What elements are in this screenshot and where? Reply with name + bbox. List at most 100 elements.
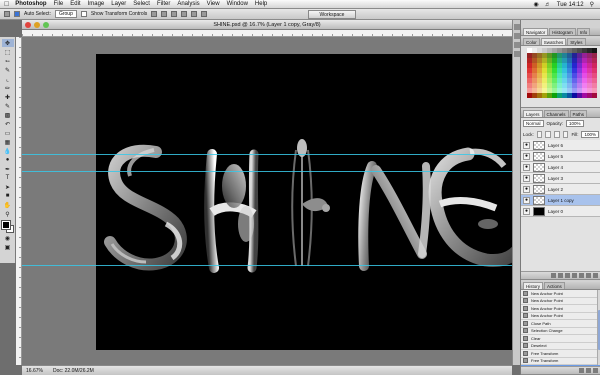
tab-layers[interactable]: Layers [523, 110, 543, 117]
type-tool-icon[interactable]: T [2, 174, 14, 182]
align-left-icon[interactable] [181, 11, 188, 17]
tab-actions[interactable]: Actions [544, 282, 565, 289]
menu-select[interactable]: Select [133, 1, 150, 7]
history-item[interactable]: Deselect [521, 342, 600, 350]
trash-icon[interactable] [593, 273, 598, 278]
gradient-tool-icon[interactable]: ▦ [2, 138, 14, 146]
panel-icon[interactable] [513, 42, 520, 48]
tab-info[interactable]: Info [576, 28, 591, 35]
menu-window[interactable]: Window [227, 1, 248, 7]
layer-row[interactable]: ● Layer 1 copy [521, 195, 600, 206]
history-item[interactable]: Free Transform [521, 357, 600, 365]
history-item[interactable]: New Anchor Point [521, 290, 600, 298]
document-title-bar[interactable]: SHINE.psd @ 16.7% (Layer 1 copy, Gray/8) [22, 20, 512, 30]
align-middle-icon[interactable] [161, 11, 168, 17]
hand-tool-icon[interactable]: ✋ [2, 201, 14, 209]
eyedropper-tool-icon[interactable]: ✏ [2, 84, 14, 92]
link-layers-icon[interactable] [551, 273, 556, 278]
eye-icon[interactable]: ● [523, 174, 530, 182]
panel-icon[interactable] [513, 33, 520, 39]
guide-line[interactable] [22, 171, 512, 172]
workspace-button[interactable]: Workspace [308, 10, 356, 19]
move-tool-preset-icon[interactable] [4, 11, 10, 17]
tab-styles[interactable]: Styles [567, 38, 586, 45]
stamp-tool-icon[interactable]: ▩ [2, 111, 14, 119]
app-menu[interactable]: Photoshop [15, 1, 46, 7]
eye-icon[interactable]: ● [523, 163, 530, 171]
wifi-icon[interactable]: ◉ [534, 1, 539, 8]
history-item[interactable]: Free Transform [521, 350, 600, 358]
eye-icon[interactable]: ● [523, 196, 530, 204]
auto-select-checkbox[interactable] [14, 11, 20, 17]
align-right-icon[interactable] [201, 11, 208, 17]
layer-mask-icon[interactable] [565, 273, 570, 278]
screen-mode-icon[interactable]: ▣ [2, 243, 14, 251]
eraser-tool-icon[interactable]: ▭ [2, 129, 14, 137]
show-transform-checkbox[interactable] [80, 11, 87, 17]
quick-select-tool-icon[interactable]: ✎ [2, 66, 14, 74]
document-size[interactable]: Doc: 22.0M/26.2M [53, 368, 94, 374]
lock-pixels-icon[interactable] [545, 131, 552, 138]
menu-filter[interactable]: Filter [157, 1, 170, 7]
tab-color[interactable]: Color [523, 38, 540, 45]
zoom-tool-icon[interactable]: ⚲ [2, 210, 14, 218]
history-item[interactable]: Clear [521, 335, 600, 343]
history-brush-tool-icon[interactable]: ↶ [2, 120, 14, 128]
snapshot-icon[interactable] [586, 368, 591, 373]
menu-image[interactable]: Image [88, 1, 105, 7]
minimize-icon[interactable] [34, 22, 40, 28]
tab-histogram[interactable]: Histogram [549, 28, 576, 35]
eye-icon[interactable]: ● [523, 185, 530, 193]
menu-layer[interactable]: Layer [111, 1, 126, 7]
history-item[interactable]: Close Path [521, 320, 600, 328]
history-item[interactable]: New Anchor Point [521, 305, 600, 313]
guide-line[interactable] [22, 265, 512, 266]
layer-row[interactable]: ● Layer 4 [521, 162, 600, 173]
shape-tool-icon[interactable]: ■ [2, 192, 14, 200]
new-document-icon[interactable] [579, 368, 584, 373]
lasso-tool-icon[interactable]: ➳ [2, 57, 14, 65]
tab-navigator[interactable]: Navigator [523, 28, 549, 35]
menu-edit[interactable]: Edit [70, 1, 80, 7]
auto-select-dropdown[interactable]: Group [54, 10, 77, 18]
horizontal-ruler[interactable] [22, 30, 512, 37]
lock-all-icon[interactable] [562, 131, 569, 138]
volume-icon[interactable]: ♬ [545, 2, 551, 8]
align-bottom-icon[interactable] [171, 11, 178, 17]
menu-view[interactable]: View [207, 1, 220, 7]
eye-icon[interactable]: ● [523, 141, 530, 149]
tab-history[interactable]: History [523, 282, 544, 289]
menu-file[interactable]: File [54, 1, 64, 7]
layer-row[interactable]: ● Layer 2 [521, 184, 600, 195]
new-layer-icon[interactable] [586, 273, 591, 278]
layer-row[interactable]: ● Layer 0 [521, 206, 600, 217]
layer-style-icon[interactable] [558, 273, 563, 278]
panel-icon[interactable] [513, 51, 520, 57]
adjustment-layer-icon[interactable] [572, 273, 577, 278]
apple-icon[interactable]:  [4, 1, 9, 8]
tab-paths[interactable]: Paths [569, 110, 588, 117]
document-canvas[interactable] [96, 54, 512, 350]
layer-row[interactable]: ● Layer 5 [521, 151, 600, 162]
blend-mode-dropdown[interactable]: Normal [523, 120, 544, 127]
align-top-icon[interactable] [151, 11, 158, 17]
lock-transparency-icon[interactable] [536, 131, 543, 138]
lock-position-icon[interactable] [554, 131, 560, 138]
align-center-icon[interactable] [191, 11, 198, 17]
eye-icon[interactable]: ● [523, 207, 530, 215]
path-select-tool-icon[interactable]: ➤ [2, 183, 14, 191]
menu-analysis[interactable]: Analysis [177, 1, 199, 7]
guide-line[interactable] [22, 154, 512, 155]
foreground-color-swatch[interactable] [0, 220, 11, 230]
healing-tool-icon[interactable]: ✚ [2, 93, 14, 101]
panel-icon[interactable] [513, 24, 520, 30]
swatch-grid[interactable] [521, 46, 600, 98]
opacity-field[interactable]: 100% [566, 120, 584, 127]
menu-help[interactable]: Help [255, 1, 267, 7]
history-item[interactable]: New Anchor Point [521, 297, 600, 305]
color-swatches[interactable] [0, 220, 14, 233]
tab-swatches[interactable]: Swatches [540, 38, 567, 45]
marquee-tool-icon[interactable]: ⬚ [2, 48, 14, 56]
blur-tool-icon[interactable]: 💧 [2, 147, 14, 155]
crop-tool-icon[interactable]: ⌞ [2, 75, 14, 83]
